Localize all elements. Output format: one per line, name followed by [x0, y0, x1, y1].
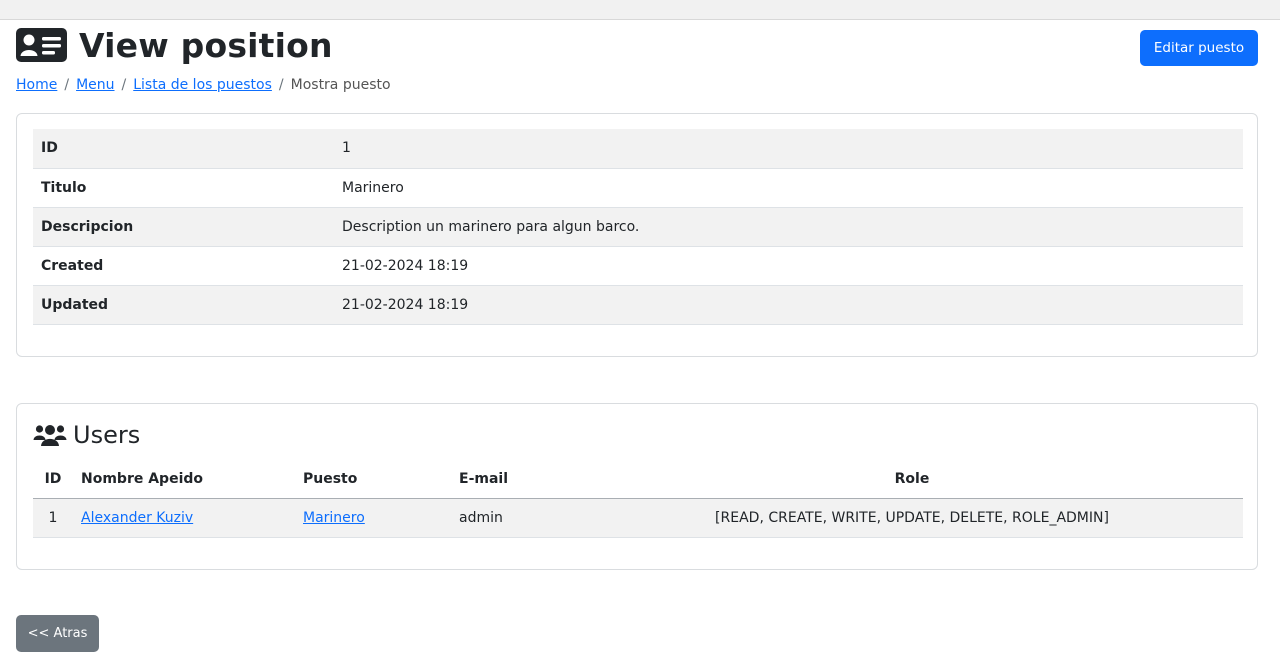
user-position-link[interactable]: Marinero	[303, 510, 365, 526]
breadcrumb-home[interactable]: Home	[16, 77, 57, 93]
users-table: ID Nombre Apeido Puesto E-mail Role 1 Al…	[33, 460, 1243, 538]
detail-value: Description un marinero para algun barco…	[334, 207, 1243, 247]
detail-label: Created	[33, 246, 334, 286]
page-title-text: View position	[79, 25, 333, 65]
column-header-name: Nombre Apeido	[73, 460, 295, 499]
detail-value: Marinero	[334, 168, 1243, 208]
user-name-cell: Alexander Kuziv	[73, 498, 295, 538]
users-card: Users ID Nombre Apeido Puesto E-mail Rol…	[16, 403, 1258, 570]
detail-value: 21-02-2024 18:19	[334, 285, 1243, 325]
page-title: View position	[16, 22, 333, 68]
user-position-cell: Marinero	[295, 498, 451, 538]
user-email: admin	[451, 498, 581, 538]
column-header-role: Role	[581, 460, 1243, 499]
detail-row-created: Created 21-02-2024 18:19	[33, 246, 1243, 286]
users-heading: Users	[33, 421, 140, 449]
id-card-icon	[16, 28, 67, 62]
detail-row-description: Descripcion Description un marinero para…	[33, 207, 1243, 247]
column-header-position: Puesto	[295, 460, 451, 499]
position-details-card: ID 1 Titulo Marinero Descripcion Descrip…	[16, 113, 1258, 357]
breadcrumb-current: Mostra puesto	[290, 77, 391, 93]
column-header-email: E-mail	[451, 460, 581, 499]
detail-label: ID	[33, 129, 334, 169]
breadcrumb-separator: /	[121, 77, 127, 93]
detail-label: Descripcion	[33, 207, 334, 247]
breadcrumb-menu[interactable]: Menu	[76, 77, 114, 93]
breadcrumb-separator: /	[278, 77, 284, 93]
user-id: 1	[33, 498, 73, 538]
detail-row-id: ID 1	[33, 129, 1243, 169]
detail-value: 1	[334, 129, 1243, 169]
detail-label: Updated	[33, 285, 334, 325]
position-details-table: ID 1 Titulo Marinero Descripcion Descrip…	[33, 129, 1243, 325]
users-table-header: ID Nombre Apeido Puesto E-mail Role	[33, 460, 1243, 499]
column-header-id: ID	[33, 460, 73, 499]
detail-row-title: Titulo Marinero	[33, 168, 1243, 208]
breadcrumb-separator: /	[64, 77, 70, 93]
users-heading-text: Users	[73, 421, 141, 449]
users-icon	[33, 425, 67, 446]
back-button[interactable]: << Atras	[16, 615, 99, 652]
detail-row-updated: Updated 21-02-2024 18:19	[33, 285, 1243, 325]
user-name-link[interactable]: Alexander Kuziv	[81, 510, 193, 526]
detail-label: Titulo	[33, 168, 334, 208]
detail-value: 21-02-2024 18:19	[334, 246, 1243, 286]
breadcrumb-position-list[interactable]: Lista de los puestos	[133, 77, 272, 93]
table-row: 1 Alexander Kuziv Marinero admin [READ, …	[33, 498, 1243, 538]
breadcrumb: Home / Menu / Lista de los puestos / Mos…	[16, 77, 391, 93]
edit-position-button[interactable]: Editar puesto	[1140, 30, 1258, 66]
user-role: [READ, CREATE, WRITE, UPDATE, DELETE, RO…	[581, 498, 1243, 538]
browser-top-strip	[0, 0, 1280, 20]
